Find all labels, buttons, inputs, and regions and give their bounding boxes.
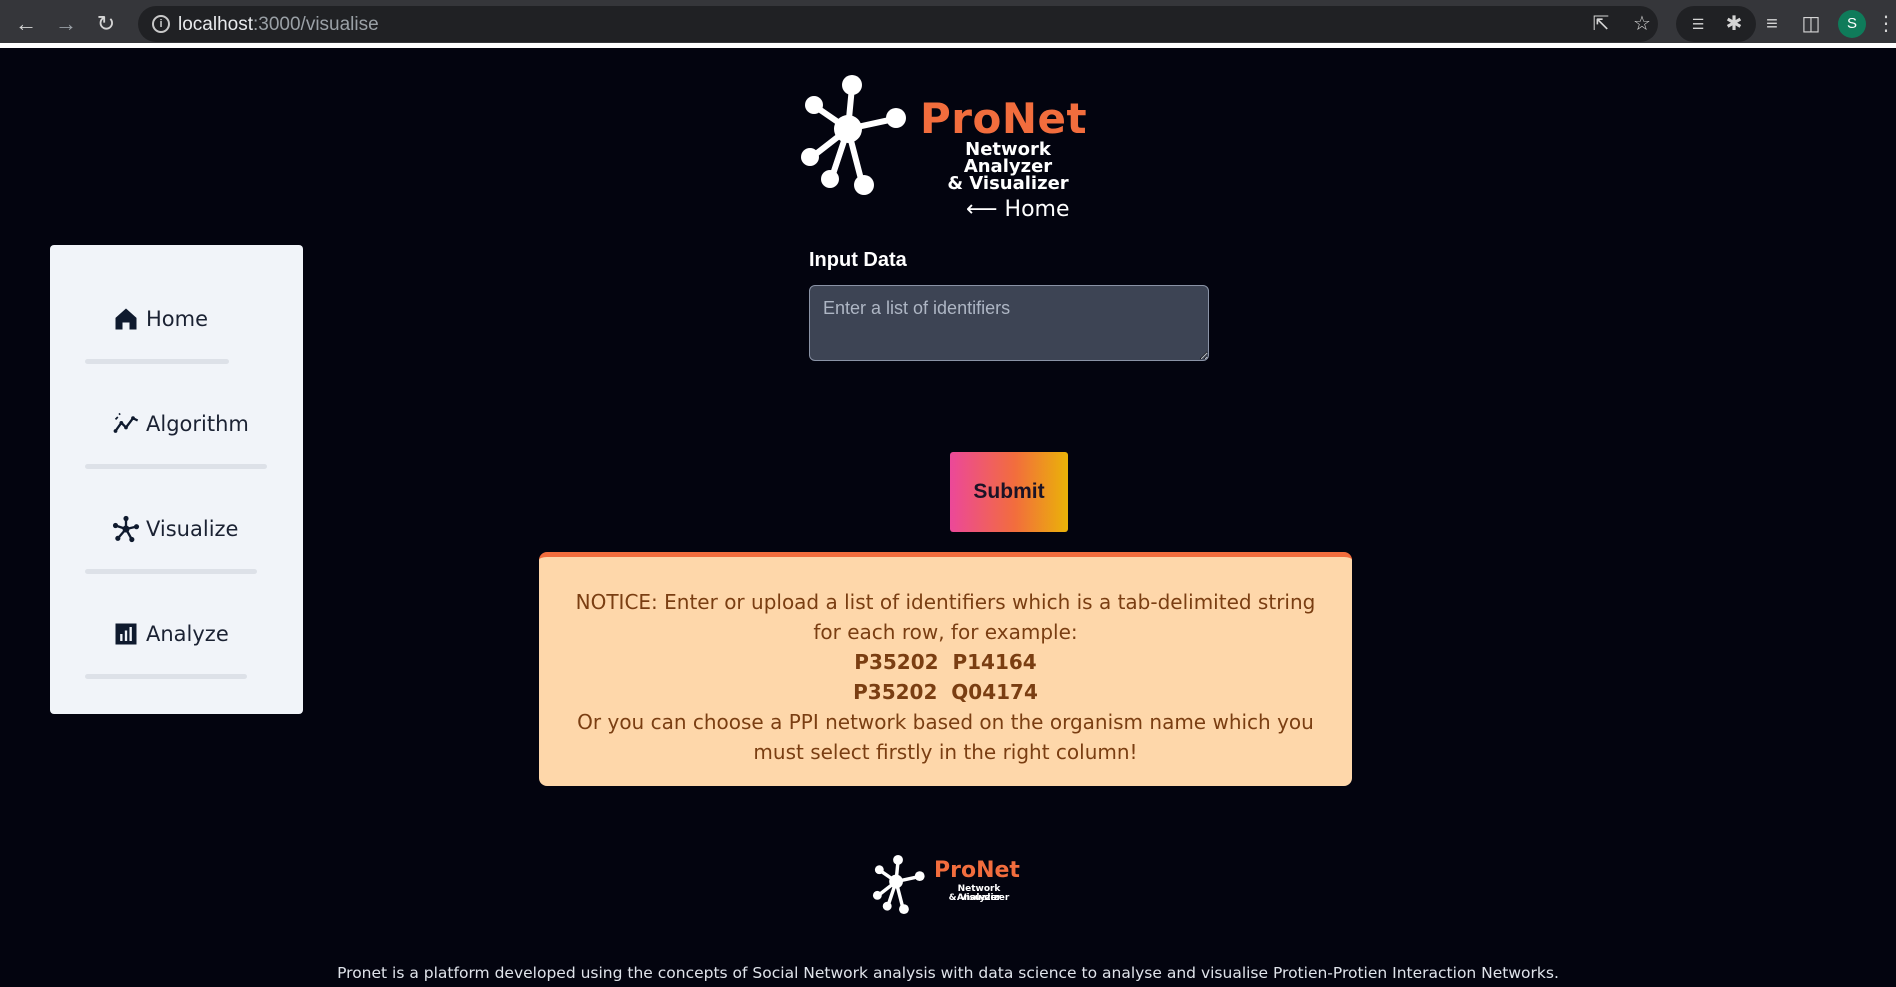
browser-toolbar: ← → ↻ i localhost:3000/visualise ⇱ ☆ ☰ ✱… <box>0 0 1896 48</box>
notice-example: P35202 P14164 <box>854 650 1037 674</box>
extensions-group: ☰ ✱ <box>1676 6 1756 42</box>
footer-brand-name: ProNet <box>934 858 1020 883</box>
reading-list-icon[interactable]: ≡ <box>1758 10 1786 38</box>
divider <box>85 569 257 574</box>
submit-button[interactable]: Submit <box>950 452 1068 532</box>
back-icon[interactable]: ← <box>12 10 40 38</box>
tagline-line1: Network Analyzer <box>963 139 1053 177</box>
share-icon[interactable]: ⇱ <box>1587 10 1615 38</box>
notice-box: NOTICE: Enter or upload a list of identi… <box>539 552 1352 786</box>
sidebar-item-label: Visualize <box>146 517 239 541</box>
puzzle-icon[interactable]: ✱ <box>1720 10 1748 38</box>
url-text[interactable]: localhost:3000/visualise <box>178 14 379 36</box>
extension-icon[interactable]: ☰ <box>1684 10 1712 38</box>
page: ProNet Network Analyzer & Visualizer ⟵ H… <box>0 53 1896 987</box>
network-logo-icon <box>872 854 925 915</box>
notice-line: NOTICE: Enter or upload a list of identi… <box>575 590 1316 614</box>
url-path: :3000/visualise <box>253 14 379 35</box>
divider <box>85 464 267 469</box>
sidebar-item-home[interactable]: Home <box>112 299 208 339</box>
notice-example: P35202 Q04174 <box>853 680 1038 704</box>
notice-line: Or you can choose a PPI network based on… <box>577 710 1314 734</box>
house-icon <box>112 305 140 333</box>
network-icon <box>112 515 140 543</box>
divider <box>85 674 247 679</box>
notice-line: for each row, for example: <box>813 620 1078 644</box>
back-home-link[interactable]: ⟵ Home <box>966 197 1070 222</box>
sidebar-item-label: Algorithm <box>146 412 249 436</box>
menu-icon[interactable]: ⋮ <box>1876 10 1896 38</box>
sidebar-item-visualize[interactable]: Visualize <box>112 509 238 549</box>
profile-avatar[interactable]: S <box>1838 10 1866 38</box>
sidebar-item-algorithm[interactable]: Algorithm <box>112 404 249 444</box>
notice-line: must select firstly in the right column! <box>753 740 1138 764</box>
sidebar-item-label: Home <box>146 307 209 331</box>
sidebar-item-label: Analyze <box>146 622 229 646</box>
reload-icon[interactable]: ↻ <box>92 10 120 38</box>
trend-chart-icon <box>112 410 140 438</box>
input-data-label: Input Data <box>809 249 907 271</box>
arrow-left-icon: ⟵ <box>966 197 1005 222</box>
address-bar[interactable]: i localhost:3000/visualise <box>138 6 1658 42</box>
identifiers-input[interactable] <box>809 285 1209 361</box>
site-info-icon[interactable]: i <box>152 15 170 33</box>
url-host: localhost <box>178 14 253 35</box>
footer-description: Pronet is a platform developed using the… <box>337 964 1559 982</box>
sidebar: Home Algorithm Visualize Analyze <box>50 245 303 714</box>
footer-tagline-line2: & Visualizer <box>948 893 1010 903</box>
forward-icon[interactable]: → <box>52 10 80 38</box>
home-link-label: Home <box>1004 197 1070 222</box>
divider <box>85 359 229 364</box>
network-logo-icon <box>801 75 906 195</box>
sidebar-item-analyze[interactable]: Analyze <box>112 614 229 654</box>
bar-chart-icon <box>112 620 140 648</box>
brand-name: ProNet <box>920 94 1088 143</box>
side-panel-icon[interactable]: ◫ <box>1797 10 1825 38</box>
pronet-logo[interactable]: ProNet Network Analyzer & Visualizer <box>796 71 1096 201</box>
tagline-line2: & Visualizer <box>947 173 1069 194</box>
footer-logo[interactable]: ProNet Network Analyzer & Visualizer <box>870 853 1030 917</box>
bookmark-star-icon[interactable]: ☆ <box>1628 10 1656 38</box>
